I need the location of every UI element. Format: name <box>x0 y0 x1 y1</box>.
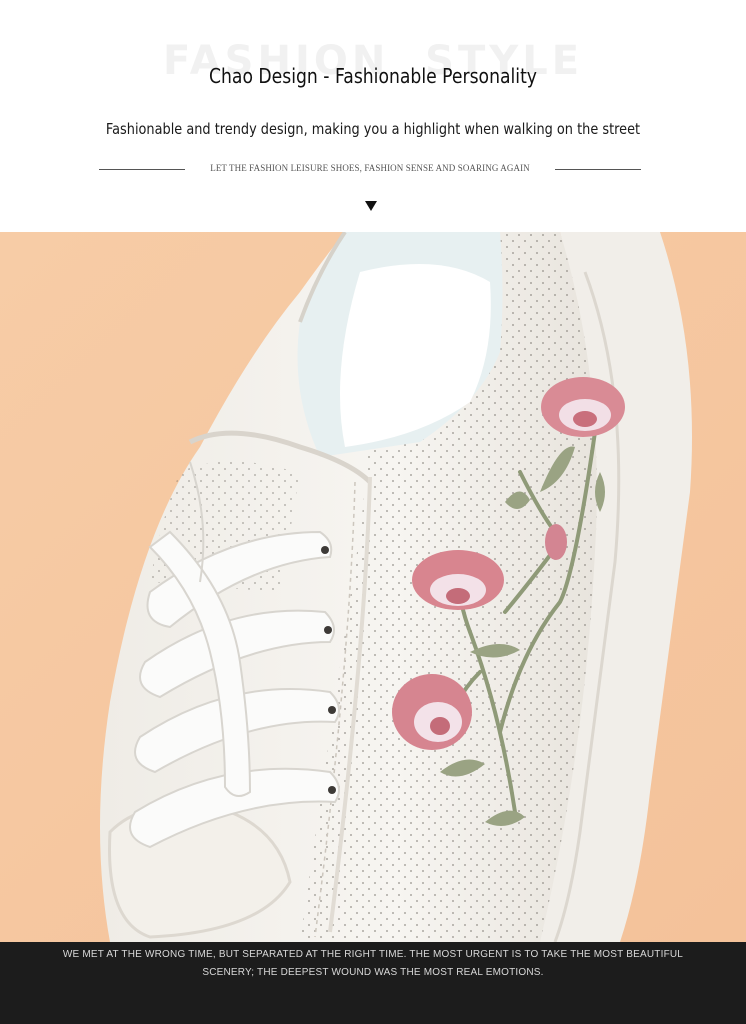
footer-text-line-2: SCENERY; THE DEEPEST WOUND WAS THE MOST … <box>202 967 544 978</box>
footer-text-line-1: WE MET AT THE WRONG TIME, BUT SEPARATED … <box>62 949 684 960</box>
product-photo <box>0 232 746 942</box>
page-subtitle: Fashionable and trendy design, making yo… <box>105 120 641 138</box>
divider-line-left <box>99 169 185 170</box>
tagline-divider: LET THE FASHION LEISURE SHOES, FASHION S… <box>0 160 746 180</box>
divider-line-right <box>555 169 641 170</box>
header-section: FASHION STYLE Chao Design - Fashionable … <box>0 0 746 232</box>
page-title: Chao Design - Fashionable Personality <box>208 64 537 88</box>
down-arrow-icon <box>365 201 377 211</box>
tagline-text: LET THE FASHION LEISURE SHOES, FASHION S… <box>210 163 530 173</box>
footer-banner: WE MET AT THE WRONG TIME, BUT SEPARATED … <box>0 942 746 1024</box>
